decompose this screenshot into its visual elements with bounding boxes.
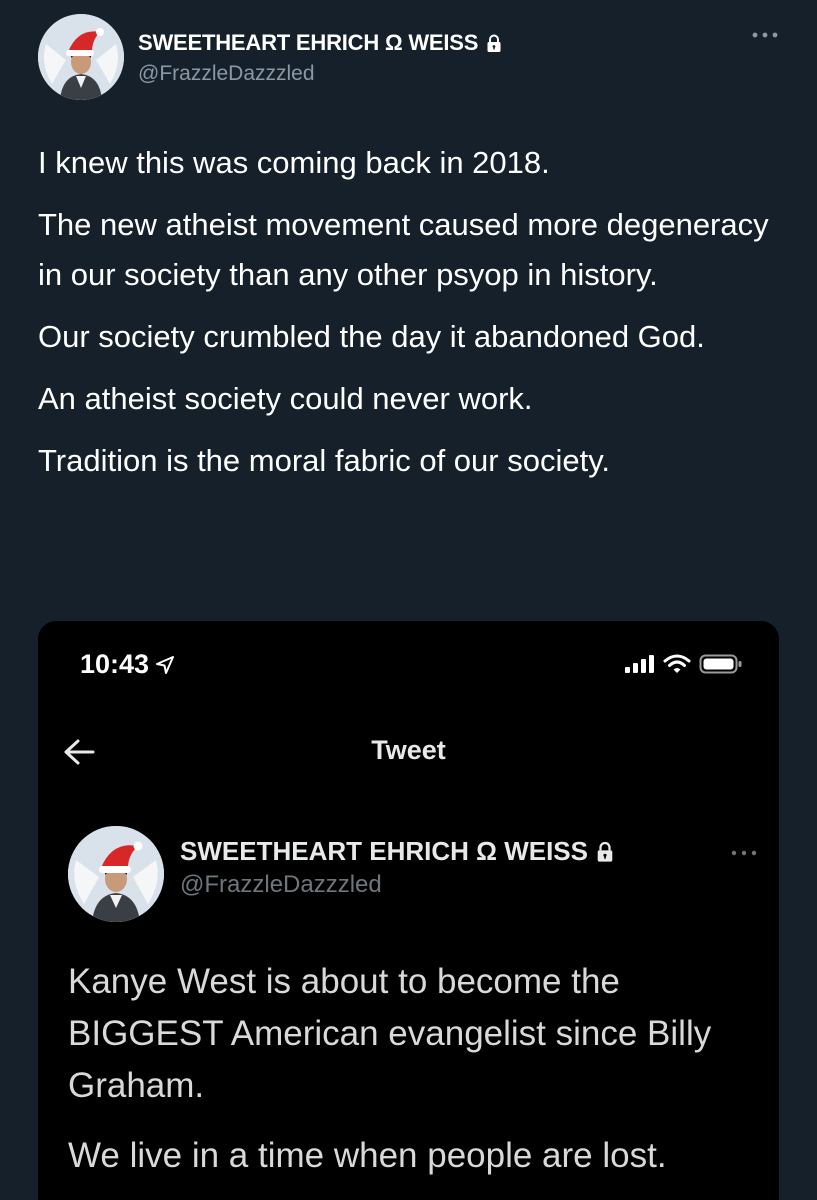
tweet-paragraph: The new atheist movement caused more deg… — [38, 207, 769, 292]
tweet-paragraph: Tradition is the moral fabric of our soc… — [38, 443, 611, 478]
embedded-author-avatar[interactable] — [68, 826, 164, 922]
author-names: SWEETHEART EHRICH Ω WEISS @FrazzleDazzzl… — [138, 30, 502, 86]
lock-icon — [487, 34, 501, 52]
status-time-row: 10:43 — [80, 649, 175, 680]
embedded-tweet-paragraph: Kanye West is about to become the BIGGES… — [68, 962, 712, 1105]
nav-title: Tweet — [371, 735, 446, 765]
avatar-image — [68, 826, 164, 922]
embedded-tweet-header: SWEETHEART EHRICH Ω WEISS @FrazzleDazzzl… — [68, 826, 758, 922]
author-display-name[interactable]: SWEETHEART EHRICH Ω WEISS — [138, 30, 478, 56]
embedded-tweet-paragraph: We live in a time when people are lost. — [68, 1136, 667, 1175]
author-avatar[interactable] — [38, 14, 124, 100]
more-options-icon[interactable] — [730, 848, 758, 858]
embedded-author-names: SWEETHEART EHRICH Ω WEISS @FrazzleDazzzl… — [180, 836, 614, 899]
lock-icon — [597, 841, 613, 862]
author-handle[interactable]: @FrazzleDazzzled — [138, 62, 502, 86]
phone-status-bar: 10:43 — [38, 621, 779, 711]
tweet-nav-bar: Tweet — [38, 721, 779, 783]
battery-icon — [699, 654, 742, 674]
status-icons — [623, 653, 743, 675]
author-display-name-row[interactable]: SWEETHEART EHRICH Ω WEISS — [138, 30, 502, 56]
embedded-tweet-text: Kanye West is about to become the BIGGES… — [68, 956, 748, 1200]
status-time: 10:43 — [80, 649, 150, 679]
avatar-image — [38, 14, 124, 100]
tweet-paragraph: I knew this was coming back in 2018. — [38, 145, 550, 180]
cellular-signal-icon — [625, 655, 654, 673]
attached-screenshot[interactable]: 10:43 Tweet SWEETHEART EHRICH Ω WEISS @F… — [38, 621, 779, 1200]
more-options-icon[interactable] — [751, 30, 779, 40]
embedded-display-name-row[interactable]: SWEETHEART EHRICH Ω WEISS — [180, 836, 614, 867]
tweet-paragraph: Our society crumbled the day it abandone… — [38, 319, 705, 354]
embedded-display-name[interactable]: SWEETHEART EHRICH Ω WEISS — [180, 836, 588, 867]
tweet-page: SWEETHEART EHRICH Ω WEISS @FrazzleDazzzl… — [0, 0, 817, 1200]
embedded-handle[interactable]: @FrazzleDazzzled — [180, 871, 614, 899]
wifi-icon — [663, 654, 691, 673]
location-arrow-icon — [156, 655, 175, 674]
tweet-text: I knew this was coming back in 2018. The… — [38, 138, 778, 498]
tweet-paragraph: An atheist society could never work. — [38, 381, 533, 416]
tweet-header: SWEETHEART EHRICH Ω WEISS @FrazzleDazzzl… — [38, 14, 779, 104]
